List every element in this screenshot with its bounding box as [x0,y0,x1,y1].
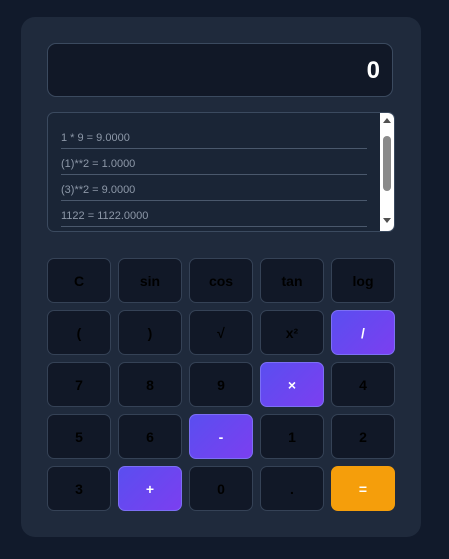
digit-0-button[interactable]: 0 [189,466,253,511]
cos-button[interactable]: cos [189,258,253,303]
open-paren-button[interactable]: ( [47,310,111,355]
digit-8-button[interactable]: 8 [118,362,182,407]
digit-2-button[interactable]: 2 [331,414,395,459]
add-button[interactable]: + [118,466,182,511]
sqrt-button[interactable]: √ [189,310,253,355]
history-list: 1 * 9 = 9.0000 (1)**2 = 1.0000 (3)**2 = … [61,123,367,227]
close-paren-button[interactable]: ) [118,310,182,355]
equals-button[interactable]: = [331,466,395,511]
history-scrollbar[interactable] [380,113,394,231]
digit-6-button[interactable]: 6 [118,414,182,459]
keypad: Csin cos tan log () √ x²/ 7 8 9 × 4 5 6-1 2 3 +0. = [47,258,396,512]
square-button[interactable]: x² [260,310,324,355]
history-item[interactable]: 1 * 9 = 9.0000 [61,123,367,149]
tan-button[interactable]: tan [260,258,324,303]
digit-5-button[interactable]: 5 [47,414,111,459]
history-item[interactable]: (1)**2 = 1.0000 [61,149,367,175]
display-screen: 0 [47,43,393,97]
log-button[interactable]: log [331,258,395,303]
clear-button[interactable]: C [47,258,111,303]
scroll-down-arrow-icon[interactable] [383,218,391,223]
divide-button[interactable]: / [331,310,395,355]
history-panel[interactable]: 1 * 9 = 9.0000 (1)**2 = 1.0000 (3)**2 = … [47,112,395,232]
subtract-button[interactable]: - [189,414,253,459]
history-item[interactable]: 1122 = 1122.0000 [61,201,367,227]
scroll-thumb[interactable] [383,136,391,191]
digit-7-button[interactable]: 7 [47,362,111,407]
digit-4-button[interactable]: 4 [331,362,395,407]
decimal-button[interactable]: . [260,466,324,511]
digit-9-button[interactable]: 9 [189,362,253,407]
calculator-panel: 0 1 * 9 = 9.0000 (1)**2 = 1.0000 (3)**2 … [21,17,421,537]
digit-3-button[interactable]: 3 [47,466,111,511]
history-item[interactable]: (3)**2 = 9.0000 [61,175,367,201]
display-value: 0 [366,57,380,84]
scroll-up-arrow-icon[interactable] [383,118,391,123]
sin-button[interactable]: sin [118,258,182,303]
digit-1-button[interactable]: 1 [260,414,324,459]
multiply-button[interactable]: × [260,362,324,407]
